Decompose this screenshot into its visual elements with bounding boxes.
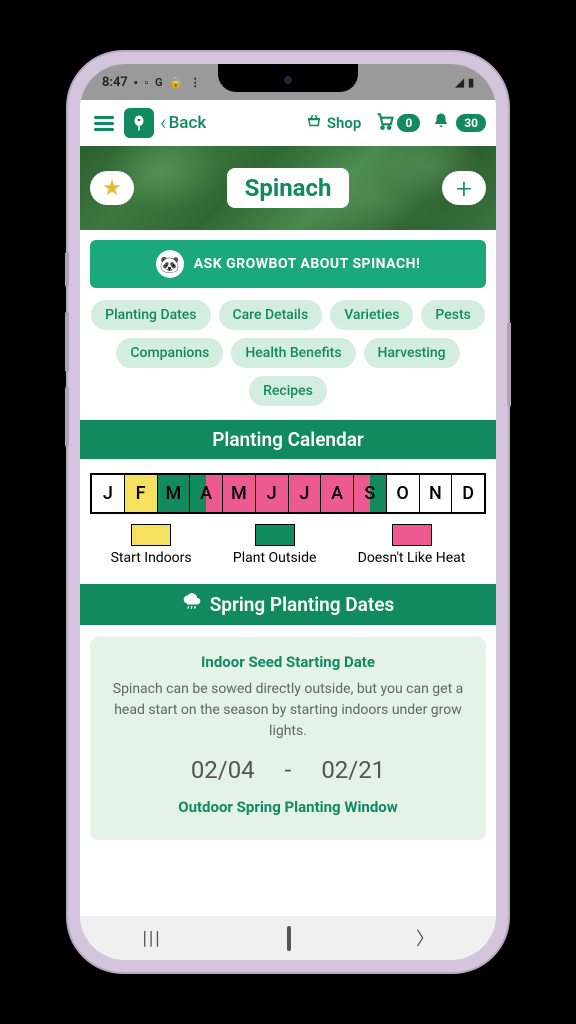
- status-time: 8:47: [102, 75, 128, 90]
- favorite-button[interactable]: ★: [90, 171, 134, 205]
- rain-icon: [182, 592, 202, 617]
- shop-label: Shop: [327, 114, 361, 132]
- chip-companions[interactable]: Companions: [116, 338, 223, 368]
- status-app-icons: ▪ ▫ G 🔒 ⋮: [134, 76, 203, 89]
- ask-growbot-button[interactable]: 🐼 ASK GROWBOT ABOUT SPINACH!: [90, 240, 486, 288]
- outdoor-window-title: Outdoor Spring Planting Window: [104, 798, 472, 816]
- month-oct: O: [387, 475, 420, 512]
- legend-start-indoors: Start Indoors: [111, 524, 192, 566]
- hero-banner: ★ Spinach +: [80, 146, 496, 230]
- indoor-date-range: 02/04 - 02/21: [104, 756, 472, 784]
- indoor-seed-text: Spinach can be sowed directly outside, b…: [104, 679, 472, 742]
- calendar-months: J F M A M J J A S O N D: [90, 473, 486, 514]
- plant-title: Spinach: [227, 168, 350, 208]
- legend-doesnt-like-heat: Doesn't Like Heat: [358, 524, 466, 566]
- month-nov: N: [420, 475, 453, 512]
- back-label: Back: [169, 113, 207, 133]
- month-feb: F: [125, 475, 158, 512]
- device-notch: [218, 64, 358, 92]
- app-logo[interactable]: [124, 108, 154, 138]
- month-sep: S: [354, 475, 387, 512]
- spring-info-card: Indoor Seed Starting Date Spinach can be…: [90, 637, 486, 840]
- legend-swatch-yellow: [131, 524, 171, 546]
- bell-icon[interactable]: [432, 112, 450, 135]
- shop-button[interactable]: Shop: [305, 112, 361, 134]
- topic-chips: Planting Dates Care Details Varieties Pe…: [90, 300, 486, 406]
- month-may: M: [223, 475, 256, 512]
- month-apr: A: [190, 475, 223, 512]
- month-jun: J: [256, 475, 289, 512]
- basket-icon: [305, 112, 323, 134]
- content-scroll[interactable]: 🐼 ASK GROWBOT ABOUT SPINACH! Planting Da…: [80, 230, 496, 916]
- month-jan: J: [92, 475, 125, 512]
- date-separator: -: [285, 756, 292, 784]
- chip-varieties[interactable]: Varieties: [330, 300, 413, 330]
- chevron-left-icon: ‹: [160, 111, 167, 136]
- month-mar: M: [158, 475, 191, 512]
- calendar-legend: Start Indoors Plant Outside Doesn't Like…: [90, 524, 486, 566]
- nav-back-button[interactable]: 〈: [416, 925, 434, 951]
- month-dec: D: [452, 475, 484, 512]
- nav-home-button[interactable]: [287, 928, 291, 949]
- legend-plant-outside: Plant Outside: [233, 524, 317, 566]
- indoor-seed-title: Indoor Seed Starting Date: [104, 653, 472, 671]
- system-nav-bar: ||| 〈: [80, 916, 496, 960]
- star-icon: ★: [102, 176, 122, 201]
- chip-health-benefits[interactable]: Health Benefits: [231, 338, 355, 368]
- month-jul: J: [289, 475, 322, 512]
- cart-icon: [375, 111, 395, 135]
- chip-care-details[interactable]: Care Details: [219, 300, 323, 330]
- plus-icon: +: [456, 172, 472, 205]
- chip-planting-dates[interactable]: Planting Dates: [91, 300, 210, 330]
- app-header: ‹ Back Shop 0 30: [80, 100, 496, 146]
- planting-calendar-header: Planting Calendar: [80, 420, 496, 459]
- growbot-icon: 🐼: [156, 250, 184, 278]
- add-button[interactable]: +: [442, 171, 486, 205]
- chip-harvesting[interactable]: Harvesting: [364, 338, 460, 368]
- legend-swatch-green: [255, 524, 295, 546]
- month-aug: A: [321, 475, 354, 512]
- nav-recents-button[interactable]: |||: [142, 928, 161, 949]
- legend-swatch-pink: [392, 524, 432, 546]
- back-button[interactable]: ‹ Back: [160, 111, 206, 136]
- chip-pests[interactable]: Pests: [421, 300, 484, 330]
- growbot-label: ASK GROWBOT ABOUT SPINACH!: [194, 256, 421, 272]
- date-end: 02/21: [321, 756, 385, 784]
- spring-dates-header: Spring Planting Dates: [80, 584, 496, 625]
- notif-count-badge: 30: [456, 114, 486, 132]
- cart-button[interactable]: 0: [375, 111, 420, 135]
- date-start: 02/04: [191, 756, 255, 784]
- menu-icon[interactable]: [90, 112, 118, 135]
- cart-count-badge: 0: [397, 114, 420, 132]
- status-system-icons: ◢▮: [455, 76, 474, 89]
- chip-recipes[interactable]: Recipes: [249, 376, 327, 406]
